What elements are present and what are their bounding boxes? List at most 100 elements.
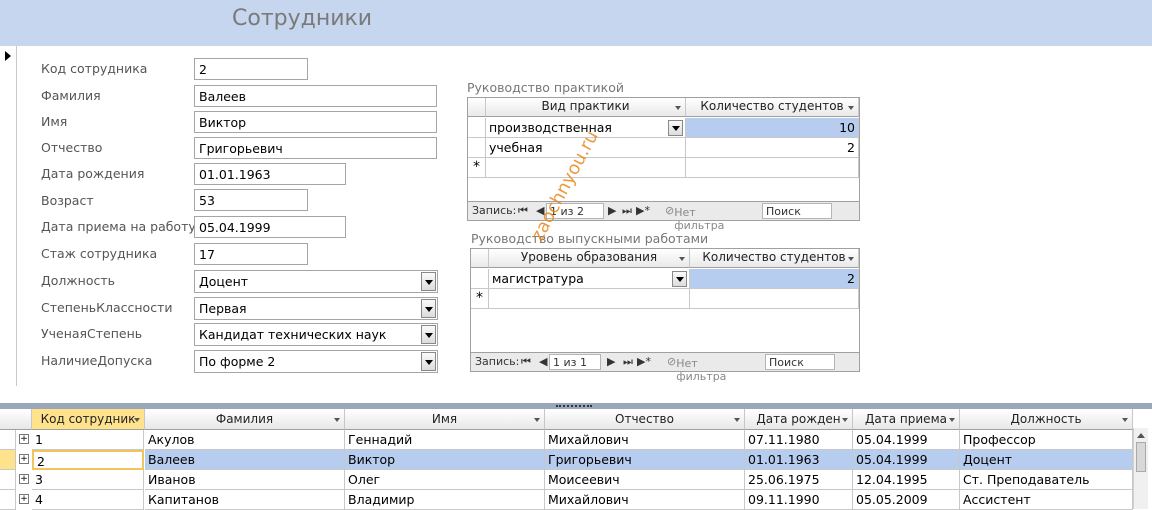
- cell-employee-id[interactable]: 3: [32, 470, 144, 490]
- new-record-button[interactable]: ▶*: [636, 204, 650, 217]
- search-input[interactable]: Поиск: [765, 354, 835, 370]
- row-selector[interactable]: [0, 490, 16, 510]
- column-header-patronymic[interactable]: Отчество: [545, 409, 745, 430]
- table-row[interactable]: + 3 Иванов Олег Моисеевич 25.06.1975 12.…: [0, 470, 1133, 490]
- cell-birth-date[interactable]: 01.01.1963: [745, 450, 853, 470]
- patronymic-field[interactable]: Григорьевич: [194, 137, 437, 159]
- next-record-button[interactable]: ▶: [608, 204, 616, 217]
- chevron-down-icon[interactable]: [421, 299, 436, 318]
- new-record-button[interactable]: ▶*: [637, 355, 651, 368]
- last-record-button[interactable]: ⏭: [622, 204, 632, 218]
- column-header-birth-date[interactable]: Дата рожден: [745, 409, 853, 430]
- cell-last-name[interactable]: Иванов: [145, 470, 345, 490]
- new-row-cell[interactable]: [686, 158, 859, 178]
- expand-plus-icon[interactable]: +: [19, 434, 29, 444]
- cell-first-name[interactable]: Олег: [345, 470, 545, 490]
- expand-plus-icon[interactable]: +: [19, 454, 29, 464]
- cell-birth-date[interactable]: 07.11.1980: [745, 430, 853, 450]
- first-name-field[interactable]: Виктор: [194, 111, 437, 133]
- cell-hire-date[interactable]: 05.04.1999: [853, 450, 960, 470]
- employee-id-field[interactable]: 2: [194, 58, 308, 80]
- select-all-corner[interactable]: [471, 249, 489, 268]
- chevron-down-icon[interactable]: [421, 272, 436, 291]
- row-selector[interactable]: [0, 430, 16, 450]
- select-all-corner[interactable]: [0, 409, 32, 430]
- chevron-down-icon[interactable]: [668, 120, 683, 136]
- experience-field[interactable]: 17: [194, 243, 308, 265]
- column-header-student-count[interactable]: Количество студентов: [690, 249, 859, 268]
- vertical-scrollbar[interactable]: [1133, 428, 1148, 509]
- column-header-first-name[interactable]: Имя: [345, 409, 545, 430]
- chevron-down-icon[interactable]: [421, 352, 436, 371]
- new-row-cell[interactable]: [690, 289, 859, 309]
- expand-plus-icon[interactable]: +: [19, 494, 29, 504]
- cell-position[interactable]: Профессор: [960, 430, 1133, 450]
- cell-position[interactable]: Доцент: [960, 450, 1133, 470]
- record-position-input[interactable]: 1 из 1: [549, 354, 601, 370]
- column-header-position[interactable]: Должность: [960, 409, 1133, 430]
- table-row[interactable]: + 4 Капитанов Владимир Михайлович 09.11.…: [0, 490, 1133, 510]
- cell-last-name[interactable]: Акулов: [145, 430, 345, 450]
- select-all-corner[interactable]: [468, 98, 486, 117]
- cell-patronymic[interactable]: Михайлович: [545, 430, 745, 450]
- position-combo[interactable]: Доцент: [194, 270, 438, 293]
- cell-last-name[interactable]: Капитанов: [145, 490, 345, 510]
- record-selector[interactable]: [0, 46, 17, 386]
- cell-last-name[interactable]: Валеев: [145, 450, 345, 470]
- cell-patronymic[interactable]: Михайлович: [545, 490, 745, 510]
- last-record-button[interactable]: ⏭: [623, 355, 633, 369]
- new-row-cell[interactable]: [489, 289, 690, 309]
- new-row-marker[interactable]: *: [471, 289, 489, 309]
- column-header-practice-type[interactable]: Вид практики: [486, 98, 686, 117]
- cell-hire-date[interactable]: 05.04.1999: [853, 430, 960, 450]
- column-header-student-count[interactable]: Количество студентов: [686, 98, 859, 117]
- column-header-education-level[interactable]: Уровень образования: [489, 249, 690, 268]
- no-filter-button[interactable]: ⊘ Нет фильтра: [667, 355, 726, 383]
- cell-patronymic[interactable]: Моисеевич: [545, 470, 745, 490]
- last-name-field[interactable]: Валеев: [194, 85, 437, 107]
- drag-handle-icon[interactable]: [556, 405, 592, 407]
- cell-patronymic[interactable]: Григорьевич: [545, 450, 745, 470]
- prev-record-button[interactable]: ◀: [539, 355, 547, 368]
- hire-date-field[interactable]: 05.04.1999: [194, 216, 346, 238]
- row-selector[interactable]: [468, 138, 486, 158]
- chevron-down-icon[interactable]: [672, 271, 687, 287]
- row-selector[interactable]: [468, 118, 486, 138]
- cell-position[interactable]: Ассистент: [960, 490, 1133, 510]
- chevron-down-icon[interactable]: [421, 325, 436, 344]
- cell-birth-date[interactable]: 09.11.1990: [745, 490, 853, 510]
- clearance-combo[interactable]: По форме 2: [194, 350, 438, 373]
- cell-hire-date[interactable]: 12.04.1995: [853, 470, 960, 490]
- student-count-cell[interactable]: 2: [686, 138, 859, 158]
- no-filter-button[interactable]: ⊘ Нет фильтра: [665, 204, 724, 232]
- row-selector[interactable]: [0, 470, 16, 490]
- cell-first-name[interactable]: Геннадий: [345, 430, 545, 450]
- row-selector[interactable]: [471, 269, 489, 289]
- student-count-cell[interactable]: 2: [690, 269, 859, 289]
- cell-employee-id[interactable]: 4: [32, 490, 144, 510]
- scroll-thumb[interactable]: [1136, 442, 1146, 472]
- class-degree-combo[interactable]: Первая: [194, 297, 438, 320]
- new-row-marker[interactable]: *: [468, 158, 486, 178]
- cell-birth-date[interactable]: 25.06.1975: [745, 470, 853, 490]
- expand-plus-icon[interactable]: +: [19, 474, 29, 484]
- scroll-up-icon[interactable]: [1137, 433, 1145, 438]
- cell-hire-date[interactable]: 05.05.2009: [853, 490, 960, 510]
- column-header-hire-date[interactable]: Дата приема: [853, 409, 960, 430]
- search-input[interactable]: Поиск: [762, 203, 832, 219]
- column-header-employee-id[interactable]: Код сотрудник: [32, 409, 145, 430]
- academic-degree-combo[interactable]: Кандидат технических наук: [194, 323, 438, 346]
- first-record-button[interactable]: ⏮: [518, 204, 528, 218]
- cell-first-name[interactable]: Виктор: [345, 450, 545, 470]
- education-level-cell[interactable]: магистратура: [489, 269, 690, 289]
- next-record-button[interactable]: ▶: [607, 355, 615, 368]
- table-row[interactable]: + 1 Акулов Геннадий Михайлович 07.11.198…: [0, 430, 1133, 450]
- column-header-last-name[interactable]: Фамилия: [145, 409, 345, 430]
- cell-employee-id[interactable]: 2: [32, 450, 144, 470]
- age-field[interactable]: 53: [194, 189, 308, 211]
- first-record-button[interactable]: ⏮: [521, 355, 531, 369]
- cell-employee-id[interactable]: 1: [32, 430, 144, 450]
- student-count-cell[interactable]: 10: [686, 118, 859, 138]
- birth-date-field[interactable]: 01.01.1963: [194, 163, 346, 185]
- row-selector[interactable]: [0, 450, 16, 470]
